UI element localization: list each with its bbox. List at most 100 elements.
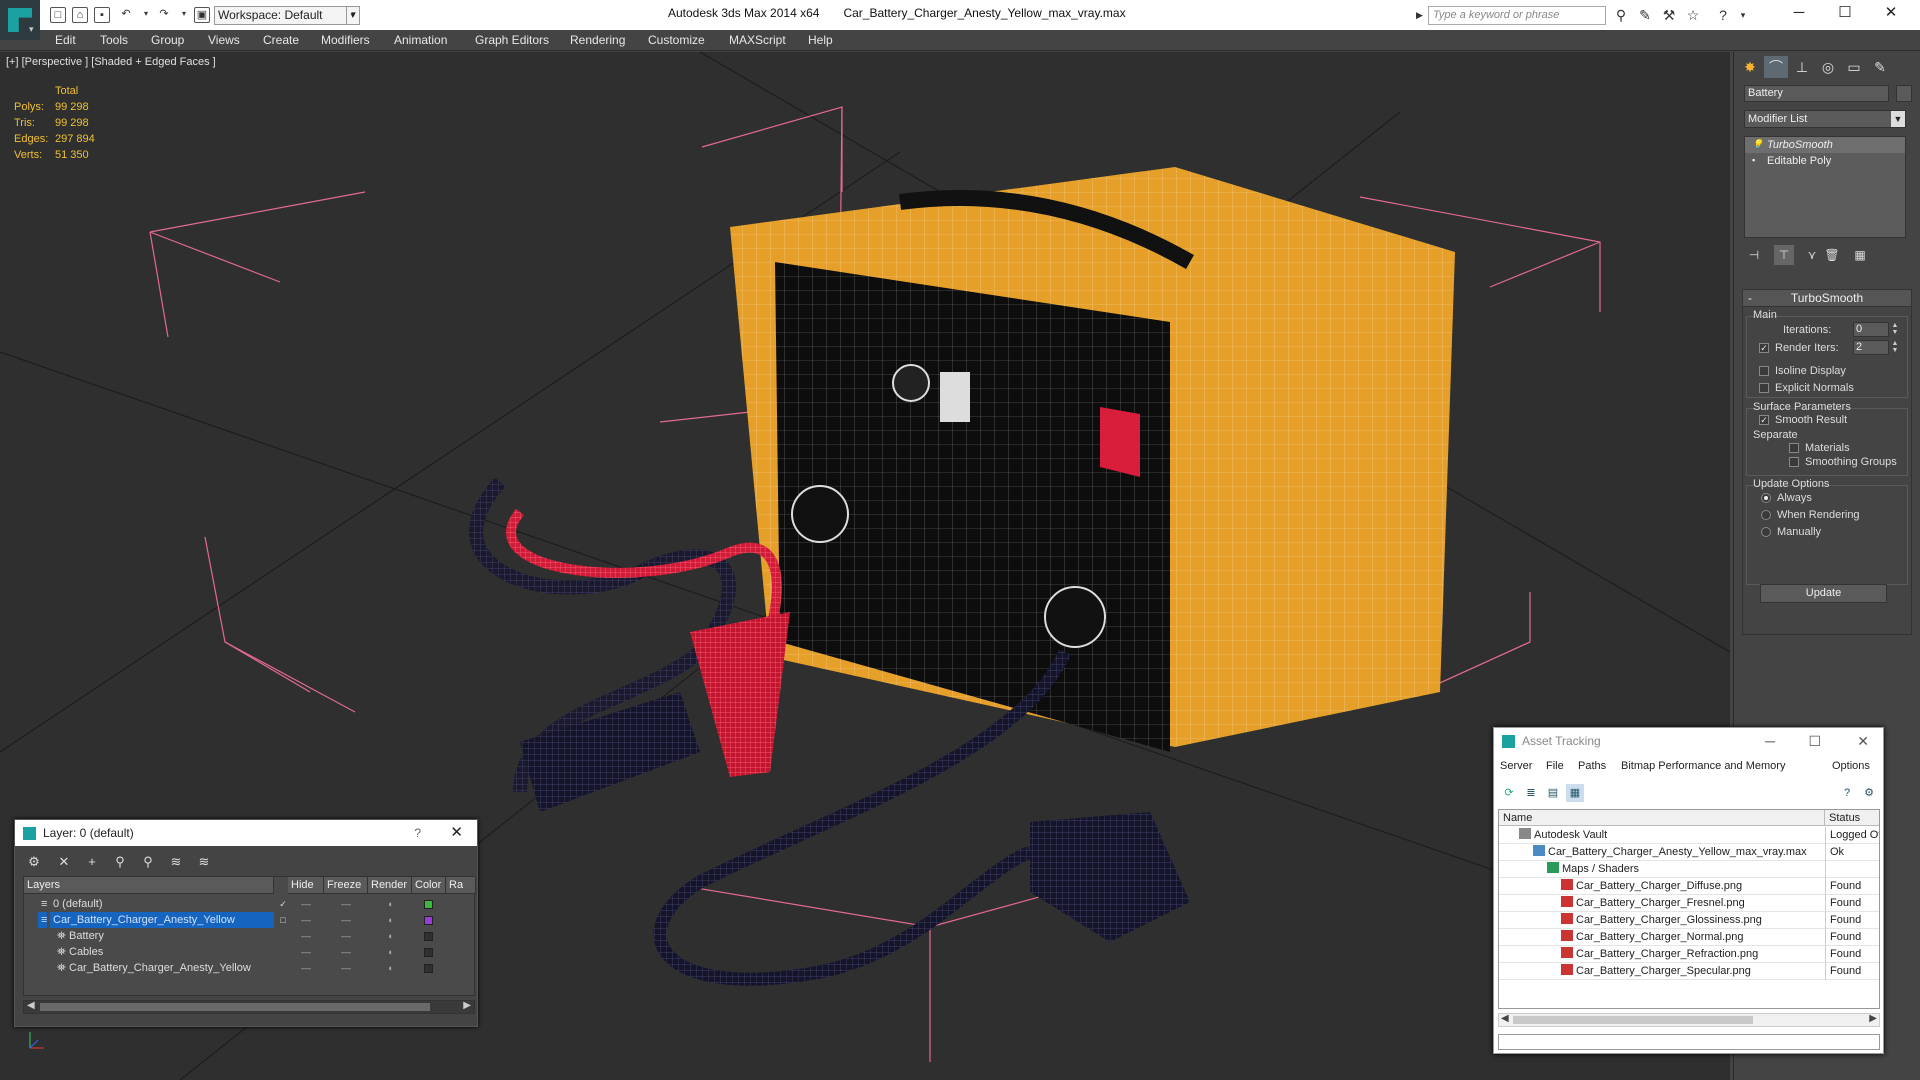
menu-views[interactable]: Views bbox=[208, 33, 240, 47]
menu-file[interactable]: File bbox=[1546, 760, 1564, 772]
scroll-left-icon[interactable]: ◀ bbox=[1501, 1013, 1509, 1024]
refresh-icon[interactable]: ⟳ bbox=[1500, 784, 1518, 802]
layer-row[interactable]: ⛯ Battery –– –– ◖ bbox=[24, 928, 476, 944]
layer-row[interactable]: ≡ Car_Battery_Charger_Anesty_Yellow □ ––… bbox=[24, 912, 476, 928]
menu-modifiers[interactable]: Modifiers bbox=[321, 33, 370, 47]
menu-animation[interactable]: Animation bbox=[394, 33, 447, 47]
asset-row[interactable]: Car_Battery_Charger_Fresnel.png Found bbox=[1499, 895, 1879, 912]
col-color[interactable]: Color bbox=[412, 877, 446, 894]
menu-paths[interactable]: Paths bbox=[1578, 760, 1606, 772]
scroll-thumb[interactable] bbox=[1513, 1016, 1753, 1024]
utilities-tab-icon[interactable]: ✎ bbox=[1868, 56, 1892, 78]
render-teapot-icon[interactable]: ◖ bbox=[368, 960, 412, 976]
select-objects-icon[interactable]: ⚲ bbox=[109, 852, 131, 872]
spinner-arrows-icon[interactable]: ▲ ▼ bbox=[1891, 340, 1899, 355]
col-status[interactable]: Status bbox=[1825, 810, 1879, 826]
help-dropdown-icon[interactable]: ▾ bbox=[1734, 7, 1752, 24]
layer-color-swatch[interactable] bbox=[424, 900, 433, 909]
stack-item-turbosmooth[interactable]: 💡 TurboSmooth bbox=[1745, 137, 1905, 153]
menu-graph-editors[interactable]: Graph Editors bbox=[475, 33, 549, 47]
redo-dropdown-icon[interactable]: ▾ bbox=[176, 7, 192, 23]
menu-edit[interactable]: Edit bbox=[55, 33, 76, 47]
scroll-left-icon[interactable]: ◀ bbox=[27, 1000, 35, 1011]
menu-server[interactable]: Server bbox=[1500, 760, 1532, 772]
list-view-icon[interactable]: ≣ bbox=[1522, 784, 1540, 802]
asset-row[interactable]: Car_Battery_Charger_Normal.png Found bbox=[1499, 929, 1879, 946]
settings-icon[interactable]: ⚙ bbox=[1860, 784, 1878, 802]
asset-row[interactable]: Car_Battery_Charger_Anesty_Yellow_max_vr… bbox=[1499, 844, 1879, 861]
render-teapot-icon[interactable]: ◖ bbox=[368, 928, 412, 944]
when-rendering-radio[interactable] bbox=[1761, 510, 1771, 520]
asset-row[interactable]: Car_Battery_Charger_Diffuse.png Found bbox=[1499, 878, 1879, 895]
asset-row[interactable]: Autodesk Vault Logged Of bbox=[1499, 827, 1879, 844]
maximize-icon[interactable]: ☐ bbox=[1822, 0, 1868, 28]
create-layer-icon[interactable]: ⚙ bbox=[23, 852, 45, 872]
expand-icon[interactable]: ▪ bbox=[1752, 155, 1760, 166]
stack-item-editable-poly[interactable]: ▪ Editable Poly bbox=[1745, 153, 1905, 169]
rollout-header[interactable]: - TurboSmooth bbox=[1743, 290, 1911, 307]
menu-group[interactable]: Group bbox=[151, 33, 184, 47]
hide-toggle[interactable]: –– bbox=[288, 896, 324, 912]
help-icon[interactable]: ? bbox=[1838, 784, 1856, 802]
menu-help[interactable]: Help bbox=[808, 33, 833, 47]
horizontal-scrollbar[interactable]: ◀ ▶ bbox=[23, 1000, 475, 1014]
manually-radio[interactable] bbox=[1761, 527, 1771, 537]
add-to-layer-icon[interactable]: + bbox=[81, 852, 103, 872]
layer-window-titlebar[interactable]: Layer: 0 (default) ? ✕ bbox=[15, 820, 477, 846]
workspace-select[interactable]: Workspace: Default ▾ bbox=[214, 6, 360, 25]
table-view-icon[interactable]: ▦ bbox=[1566, 784, 1584, 802]
redo-icon[interactable]: ↷ bbox=[156, 7, 172, 23]
configure-sets-icon[interactable]: ▦ bbox=[1850, 245, 1870, 265]
detail-view-icon[interactable]: ▤ bbox=[1544, 784, 1562, 802]
iterations-spinner[interactable]: 0 bbox=[1853, 322, 1889, 337]
always-radio[interactable] bbox=[1761, 493, 1771, 503]
freeze-toggle[interactable]: –– bbox=[324, 928, 368, 944]
layer-row[interactable]: ⛯ Cables –– –– ◖ bbox=[24, 944, 476, 960]
menu-bitmap-performance[interactable]: Bitmap Performance and Memory bbox=[1621, 760, 1785, 772]
render-teapot-icon[interactable]: ◖ bbox=[368, 912, 412, 928]
render-iters-checkbox[interactable]: ✓ bbox=[1759, 343, 1769, 353]
isoline-checkbox[interactable] bbox=[1759, 366, 1769, 376]
minimize-icon[interactable]: ─ bbox=[1765, 728, 1775, 754]
asset-row[interactable]: Car_Battery_Charger_Refraction.png Found bbox=[1499, 946, 1879, 963]
col-layers[interactable]: Layers bbox=[24, 877, 274, 894]
layer-color-swatch[interactable] bbox=[424, 916, 433, 925]
freeze-toggle[interactable]: –– bbox=[324, 944, 368, 960]
menu-maxscript[interactable]: MAXScript bbox=[729, 33, 786, 47]
freeze-toggle[interactable]: –– bbox=[324, 896, 368, 912]
freeze-all-icon[interactable]: ≋ bbox=[193, 852, 215, 872]
search-input[interactable]: Type a keyword or phrase bbox=[1428, 6, 1606, 25]
communication-center-icon[interactable]: ⚒ bbox=[1660, 7, 1678, 24]
hide-toggle[interactable]: –– bbox=[288, 944, 324, 960]
asset-window-titlebar[interactable]: Asset Tracking ─ ☐ ✕ bbox=[1494, 728, 1883, 754]
menu-customize[interactable]: Customize bbox=[648, 33, 705, 47]
show-end-result-icon[interactable]: ⊤ bbox=[1774, 245, 1794, 265]
search-expand-icon[interactable]: ▶ bbox=[1416, 6, 1428, 25]
layer-color-swatch[interactable] bbox=[424, 964, 433, 973]
asset-row[interactable]: Car_Battery_Charger_Glossiness.png Found bbox=[1499, 912, 1879, 929]
freeze-toggle[interactable]: –– bbox=[324, 960, 368, 976]
close-icon[interactable]: ✕ bbox=[1868, 0, 1914, 28]
undo-dropdown-icon[interactable]: ▾ bbox=[138, 7, 154, 23]
col-radiosity[interactable]: Ra bbox=[446, 877, 476, 894]
explicit-normals-checkbox[interactable] bbox=[1759, 383, 1769, 393]
close-icon[interactable]: ✕ bbox=[1857, 728, 1869, 754]
update-button[interactable]: Update bbox=[1760, 584, 1887, 603]
hide-toggle[interactable]: –– bbox=[288, 912, 324, 928]
delete-layer-icon[interactable]: ✕ bbox=[53, 852, 75, 872]
project-folder-icon[interactable]: ▣ bbox=[194, 7, 210, 23]
menu-create[interactable]: Create bbox=[263, 33, 299, 47]
layer-row[interactable]: ⛯ Car_Battery_Charger_Anesty_Yellow –– –… bbox=[24, 960, 476, 976]
favorites-star-icon[interactable]: ☆ bbox=[1684, 7, 1702, 24]
hide-toggle[interactable]: –– bbox=[288, 960, 324, 976]
menu-tools[interactable]: Tools bbox=[100, 33, 128, 47]
minimize-icon[interactable]: ─ bbox=[1776, 0, 1822, 28]
app-menu-button[interactable]: ▾ bbox=[0, 0, 40, 40]
create-tab-icon[interactable]: ✸ bbox=[1738, 56, 1762, 78]
spinner-arrows-icon[interactable]: ▲ ▼ bbox=[1891, 322, 1899, 337]
materials-checkbox[interactable] bbox=[1789, 443, 1799, 453]
col-name[interactable]: Name bbox=[1499, 810, 1825, 826]
subscription-icon[interactable]: ✎ bbox=[1636, 7, 1654, 24]
menu-rendering[interactable]: Rendering bbox=[570, 33, 625, 47]
maximize-icon[interactable]: ☐ bbox=[1808, 728, 1821, 754]
